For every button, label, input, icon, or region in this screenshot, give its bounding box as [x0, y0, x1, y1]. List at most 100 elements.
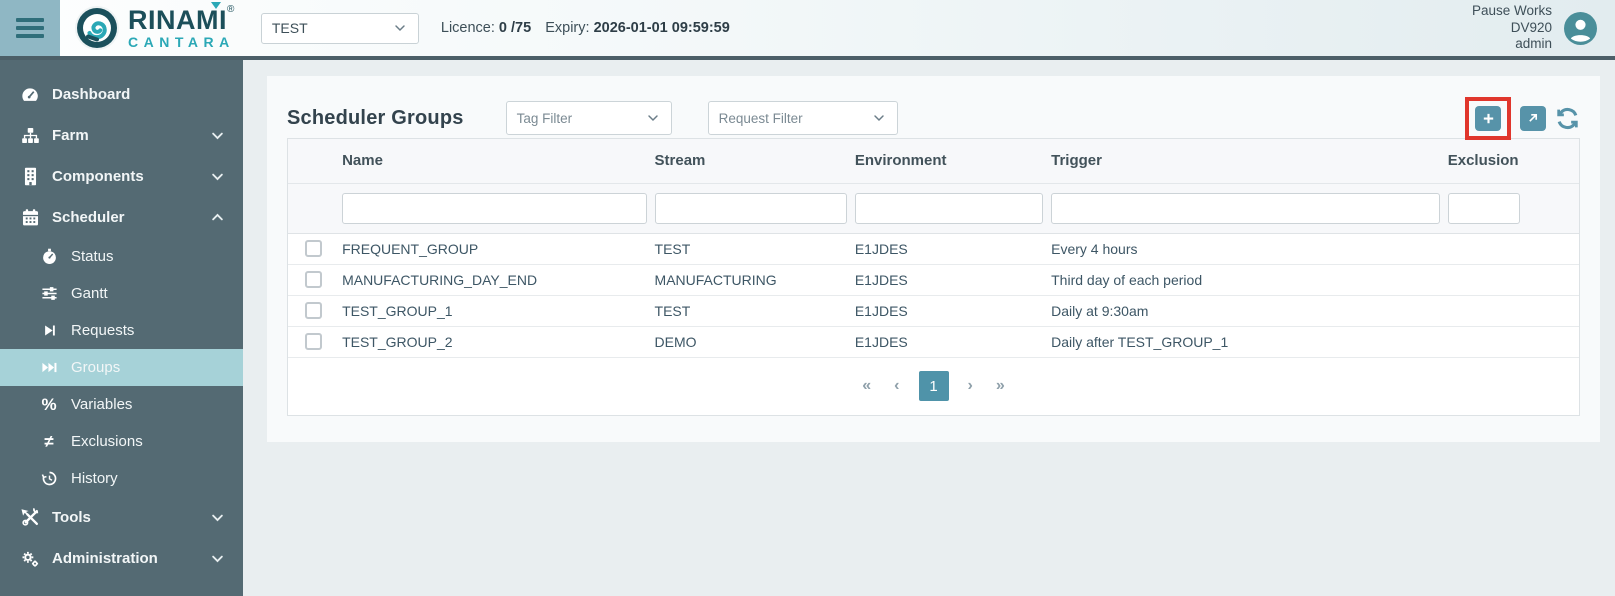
refresh-button[interactable]: [1555, 106, 1580, 131]
brand-subname: CANTARA: [128, 35, 235, 49]
brand-mark-icon: [74, 5, 120, 51]
user-instance: DV920: [1472, 20, 1552, 36]
percent-icon: %: [37, 396, 61, 413]
sliders-icon: [37, 285, 61, 302]
chevron-down-icon: [645, 110, 661, 126]
column-header-stream: Stream: [651, 139, 851, 183]
table-row[interactable]: TEST_GROUP_2 DEMO E1JDES Daily after TES…: [288, 326, 1579, 357]
sidebar-item-requests[interactable]: Requests: [0, 312, 243, 349]
row-checkbox[interactable]: [305, 333, 322, 350]
next-page-button[interactable]: ›: [964, 375, 977, 397]
pagination: « ‹ 1 › »: [288, 358, 1579, 415]
cell-stream: MANUFACTURING: [651, 264, 851, 295]
sitemap-icon: [18, 126, 42, 145]
sidebar-item-status[interactable]: Status: [0, 238, 243, 275]
table-row[interactable]: FREQUENT_GROUP TEST E1JDES Every 4 hours: [288, 233, 1579, 264]
column-header-trigger: Trigger: [1047, 139, 1444, 183]
brand-name: RINAMI®: [128, 7, 235, 34]
sidebar-item-administration[interactable]: Administration: [0, 538, 243, 579]
sidebar-item-gantt[interactable]: Gantt: [0, 275, 243, 312]
step-forward-icon: [37, 323, 61, 338]
previous-page-button[interactable]: ‹: [890, 375, 903, 397]
exclusion-filter-input[interactable]: [1448, 193, 1520, 224]
brand-accent-icon: [211, 2, 221, 9]
page-title: Scheduler Groups: [287, 107, 464, 130]
licence-info: Licence: 0 /75 Expiry: 2026-01-01 09:59:…: [441, 20, 730, 36]
cell-environment: E1JDES: [851, 264, 1047, 295]
menu-icon[interactable]: [0, 0, 60, 56]
arrow-up-right-icon: [1520, 106, 1546, 131]
row-checkbox[interactable]: [305, 240, 322, 257]
sidebar-item-dashboard[interactable]: Dashboard: [0, 74, 243, 115]
groups-table: Name Stream Environment Trigger Exclusio…: [287, 138, 1580, 416]
cell-exclusion: [1444, 295, 1579, 326]
checkbox-column-header: [288, 139, 338, 183]
row-checkbox[interactable]: [305, 271, 322, 288]
environment-select[interactable]: TEST: [261, 13, 419, 44]
cell-stream: TEST: [651, 295, 851, 326]
chevron-down-icon: [392, 20, 408, 36]
sidebar-item-exclusions[interactable]: ≠ Exclusions: [0, 423, 243, 460]
sidebar: Dashboard Farm Components Scheduler: [0, 60, 243, 596]
fast-forward-icon: [37, 359, 61, 376]
cell-trigger: Daily after TEST_GROUP_1: [1047, 326, 1444, 357]
cell-trigger: Third day of each period: [1047, 264, 1444, 295]
table-row[interactable]: MANUFACTURING_DAY_END MANUFACTURING E1JD…: [288, 264, 1579, 295]
gauge-icon: [18, 85, 42, 105]
tag-filter-select[interactable]: Tag Filter: [506, 101, 672, 135]
sidebar-item-components[interactable]: Components: [0, 156, 243, 197]
user-name: Pause Works: [1472, 3, 1552, 19]
chevron-up-icon: [210, 210, 225, 225]
cell-trigger: Daily at 9:30am: [1047, 295, 1444, 326]
request-filter-select[interactable]: Request Filter: [708, 101, 898, 135]
not-equal-icon: ≠: [37, 433, 61, 450]
row-checkbox[interactable]: [305, 302, 322, 319]
content-panel: Scheduler Groups Tag Filter Request Filt…: [267, 76, 1600, 442]
top-header: RINAMI® CANTARA TEST Licence: 0 /75 Expi…: [0, 0, 1615, 56]
sidebar-item-scheduler[interactable]: Scheduler: [0, 197, 243, 238]
open-external-button[interactable]: [1520, 106, 1546, 131]
environment-select-value: TEST: [272, 20, 392, 36]
add-group-button[interactable]: [1475, 106, 1501, 131]
user-info: Pause Works DV920 admin: [1472, 3, 1552, 52]
cell-stream: DEMO: [651, 326, 851, 357]
refresh-icon: [1555, 106, 1580, 131]
table-header-row: Name Stream Environment Trigger Exclusio…: [288, 139, 1579, 183]
cell-stream: TEST: [651, 233, 851, 264]
brand-logo: RINAMI® CANTARA: [74, 5, 235, 51]
column-header-environment: Environment: [851, 139, 1047, 183]
name-filter-input[interactable]: [342, 193, 646, 224]
table-filter-row: [288, 183, 1579, 233]
sidebar-item-tools[interactable]: Tools: [0, 497, 243, 538]
chevron-down-icon: [210, 551, 225, 566]
first-page-button[interactable]: «: [858, 375, 875, 397]
chevron-down-icon: [210, 169, 225, 184]
avatar-icon[interactable]: [1564, 12, 1597, 45]
trigger-filter-input[interactable]: [1051, 193, 1440, 224]
user-role: admin: [1472, 36, 1552, 52]
sidebar-item-farm[interactable]: Farm: [0, 115, 243, 156]
cell-name: FREQUENT_GROUP: [338, 233, 650, 264]
sidebar-item-groups[interactable]: Groups: [0, 349, 243, 386]
cell-name: MANUFACTURING_DAY_END: [338, 264, 650, 295]
cell-exclusion: [1444, 326, 1579, 357]
chevron-down-icon: [871, 110, 887, 126]
column-header-name: Name: [338, 139, 650, 183]
cell-exclusion: [1444, 264, 1579, 295]
chevron-down-icon: [210, 510, 225, 525]
environment-filter-input[interactable]: [855, 193, 1043, 224]
building-icon: [18, 167, 42, 186]
cell-trigger: Every 4 hours: [1047, 233, 1444, 264]
last-page-button[interactable]: »: [992, 375, 1009, 397]
column-header-exclusion: Exclusion: [1444, 139, 1579, 183]
cell-name: TEST_GROUP_2: [338, 326, 650, 357]
cell-exclusion: [1444, 233, 1579, 264]
calendar-icon: [18, 208, 42, 227]
current-page-button[interactable]: 1: [919, 371, 949, 401]
sidebar-item-variables[interactable]: % Variables: [0, 386, 243, 423]
sidebar-item-history[interactable]: History: [0, 460, 243, 497]
stream-filter-input[interactable]: [655, 193, 847, 224]
table-row[interactable]: TEST_GROUP_1 TEST E1JDES Daily at 9:30am: [288, 295, 1579, 326]
plus-icon: [1475, 106, 1501, 131]
cell-environment: E1JDES: [851, 295, 1047, 326]
